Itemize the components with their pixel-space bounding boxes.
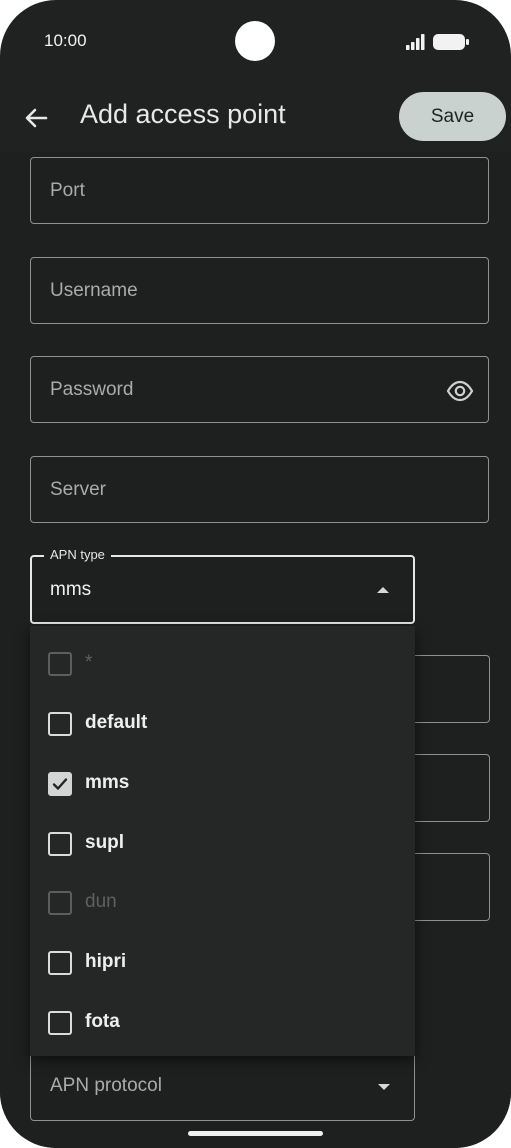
app-bar: Add access point Save [0,84,511,152]
apn-type-label: APN type [44,547,111,562]
option-label: mms [85,772,130,793]
server-placeholder: Server [50,479,106,500]
home-indicator[interactable] [188,1131,323,1136]
apn-type-option[interactable]: supl [30,815,415,873]
hidden-field-edge [415,655,490,723]
checked-checkbox-icon[interactable] [48,772,72,796]
apn-type-option[interactable]: mms [30,755,415,813]
apn-type-option[interactable]: default [30,695,415,753]
port-field[interactable]: Port [30,157,489,224]
option-label: * [85,652,93,673]
hidden-field-edge [415,754,490,822]
apn-type-option[interactable]: fota [30,994,415,1052]
system-icons [406,34,469,50]
option-label: hipri [85,951,127,972]
hidden-field-edge [415,853,490,921]
apn-type-value: mms [50,579,92,600]
apn-protocol-dropdown[interactable]: APN protocol [30,1054,415,1121]
apn-type-dropdown[interactable]: APN type mms [30,547,415,624]
checkbox-icon[interactable] [48,1011,72,1035]
apn-protocol-placeholder: APN protocol [50,1075,162,1096]
option-label: dun [85,891,117,912]
apn-type-option: dun [30,874,415,932]
phone-screen: 10:00 Add access point Save Port Usernam… [0,0,511,1148]
server-field[interactable]: Server [30,456,489,523]
password-placeholder: Password [50,379,134,400]
password-field[interactable]: Password [30,356,489,423]
status-bar: 10:00 [0,0,511,84]
checkbox-icon[interactable] [48,951,72,975]
checkbox-icon[interactable] [48,712,72,736]
checkbox-icon [48,652,72,676]
option-label: supl [85,832,125,853]
signal-icon [406,34,425,50]
option-label: fota [85,1011,120,1032]
apn-type-option[interactable]: hipri [30,934,415,992]
port-placeholder: Port [50,180,85,201]
dropdown-expand-icon[interactable] [378,1084,390,1090]
username-field[interactable]: Username [30,257,489,324]
username-placeholder: Username [50,280,138,301]
save-button[interactable]: Save [399,92,506,141]
option-label: default [85,712,148,733]
battery-icon [433,34,469,50]
camera-cutout [235,21,275,61]
page-title: Add access point [80,99,286,129]
show-password-icon[interactable] [446,377,474,405]
status-time: 10:00 [44,31,87,50]
checkbox-icon[interactable] [48,832,72,856]
apn-type-menu: * default mms supl dun hipri fota [30,626,415,1056]
apn-type-option: * [30,635,415,693]
dropdown-collapse-icon[interactable] [377,587,389,593]
checkbox-icon [48,891,72,915]
back-arrow-icon[interactable] [20,102,52,134]
